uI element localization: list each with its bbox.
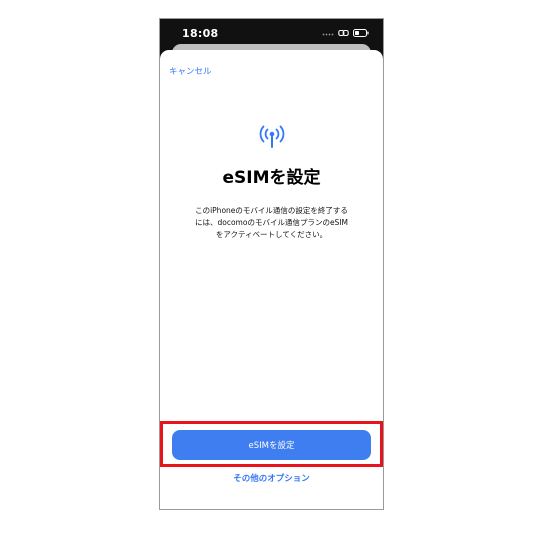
status-bar: 18:08 (160, 19, 383, 47)
antenna-icon (259, 125, 285, 148)
status-time: 18:08 (182, 27, 219, 40)
other-options-link[interactable]: その他のオプション (160, 472, 383, 484)
status-icons (322, 29, 369, 37)
description-line: には、docomoのモバイル通信プランのeSIM (194, 218, 348, 227)
signal-icon (322, 33, 334, 36)
description-line: このiPhoneのモバイル通信の設定を終了する (195, 206, 348, 215)
cancel-button[interactable]: キャンセル (169, 65, 212, 77)
description-line: をアクティベートしてください。 (215, 230, 328, 239)
description: このiPhoneのモバイル通信の設定を終了する には、docomoのモバイル通信… (174, 205, 369, 241)
link-icon (338, 29, 349, 37)
page-title: eSIMを設定 (222, 168, 321, 188)
highlight-box (160, 421, 383, 467)
battery-icon (353, 29, 369, 37)
